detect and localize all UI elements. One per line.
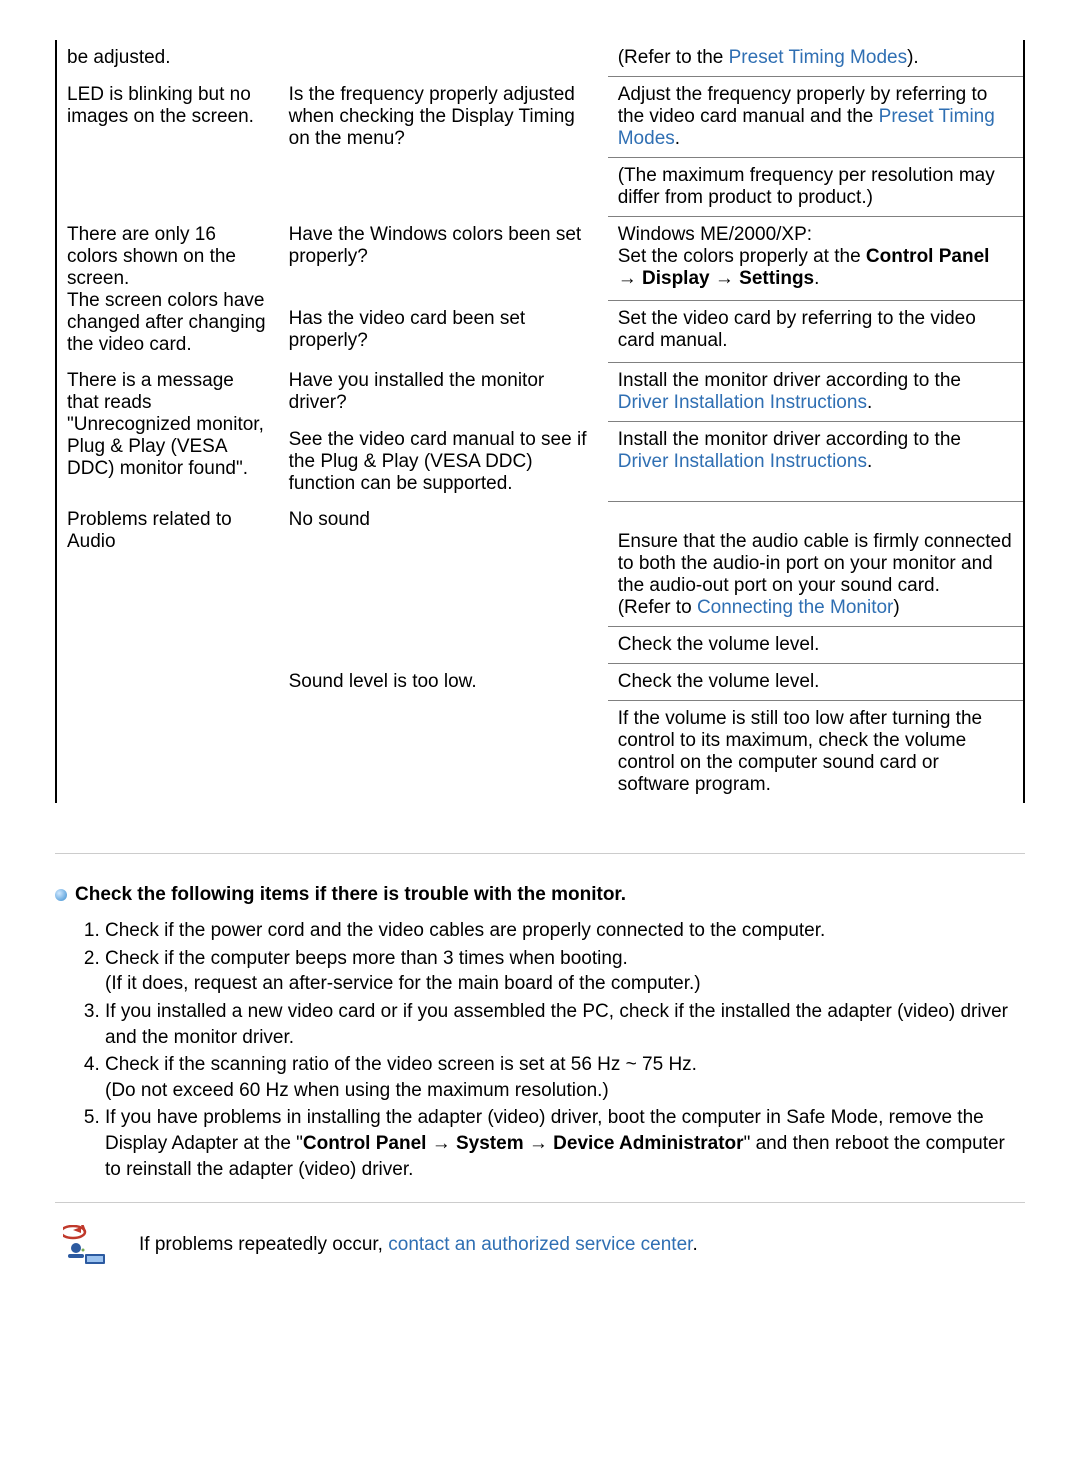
cell-solution: Install the monitor driver according to … <box>618 429 961 450</box>
cell-cause: No sound <box>289 509 370 530</box>
cell-symptom: be adjusted. <box>67 47 171 68</box>
cell-solution-after: . <box>867 392 872 413</box>
check-item: Check if the power cord and the video ca… <box>105 918 1025 944</box>
cell-solution: Check the volume level. <box>618 671 820 692</box>
driver-install-link[interactable]: Driver Installation Instructions <box>618 392 867 413</box>
cell-cause: Has the video card been set properly? <box>289 308 526 351</box>
cell-symptom: There are only 16 colors shown on the sc… <box>67 224 266 355</box>
cell-solution: Set the video card by referring to the v… <box>618 308 976 351</box>
check-item: Check if the scanning ratio of the video… <box>105 1052 1025 1103</box>
cell-solution-after: . <box>867 451 872 472</box>
cell-symptom: Problems related to Audio <box>67 509 232 552</box>
cell-solution-after: ) <box>893 597 899 618</box>
check-section-title: Check the following items if there is tr… <box>75 884 626 906</box>
service-note-text: If problems repeatedly occur, contact an… <box>139 1234 698 1256</box>
note-prefix: If problems repeatedly occur, <box>139 1234 388 1255</box>
cell-solution-after: . <box>675 128 680 149</box>
cell-solution-after: ). <box>907 47 919 68</box>
driver-install-link[interactable]: Driver Installation Instructions <box>618 451 867 472</box>
check-item: Check if the computer beeps more than 3 … <box>105 946 1025 997</box>
cell-cause: Is the frequency properly adjusted when … <box>289 84 575 149</box>
preset-timing-modes-link[interactable]: Preset Timing Modes <box>729 47 907 68</box>
check-section-heading: Check the following items if there is tr… <box>55 853 1025 906</box>
bullet-icon <box>55 889 67 901</box>
cell-cause: See the video card manual to see if the … <box>289 429 587 494</box>
cell-solution: If the volume is still too low after tur… <box>618 708 982 795</box>
check-list: Check if the power cord and the video ca… <box>55 918 1025 1182</box>
service-person-icon <box>63 1225 109 1265</box>
divider <box>55 1202 1025 1203</box>
service-note: If problems repeatedly occur, contact an… <box>55 1213 1025 1265</box>
cell-solution: Install the monitor driver according to … <box>618 370 961 391</box>
cell-solution: Windows ME/2000/XP:Set the colors proper… <box>618 224 990 289</box>
troubleshooting-table: be adjusted. (Refer to the Preset Timing… <box>55 40 1025 803</box>
cell-cause: Sound level is too low. <box>289 671 477 692</box>
cell-solution: (Refer to the <box>618 47 729 68</box>
check-item: If you have problems in installing the a… <box>105 1105 1025 1182</box>
service-center-link[interactable]: contact an authorized service center <box>388 1234 692 1255</box>
cell-symptom: There is a message that reads "Unrecogni… <box>67 370 264 479</box>
cell-symptom: LED is blinking but no images on the scr… <box>67 84 254 127</box>
connecting-monitor-link[interactable]: Connecting the Monitor <box>697 597 893 618</box>
cell-solution: Check the volume level. <box>618 634 820 655</box>
cell-solution: (The maximum frequency per resolution ma… <box>618 165 995 208</box>
cell-cause: Have you installed the monitor driver? <box>289 370 545 413</box>
check-item: If you installed a new video card or if … <box>105 999 1025 1050</box>
note-after: . <box>692 1234 697 1255</box>
cell-cause: Have the Windows colors been set properl… <box>289 224 582 267</box>
